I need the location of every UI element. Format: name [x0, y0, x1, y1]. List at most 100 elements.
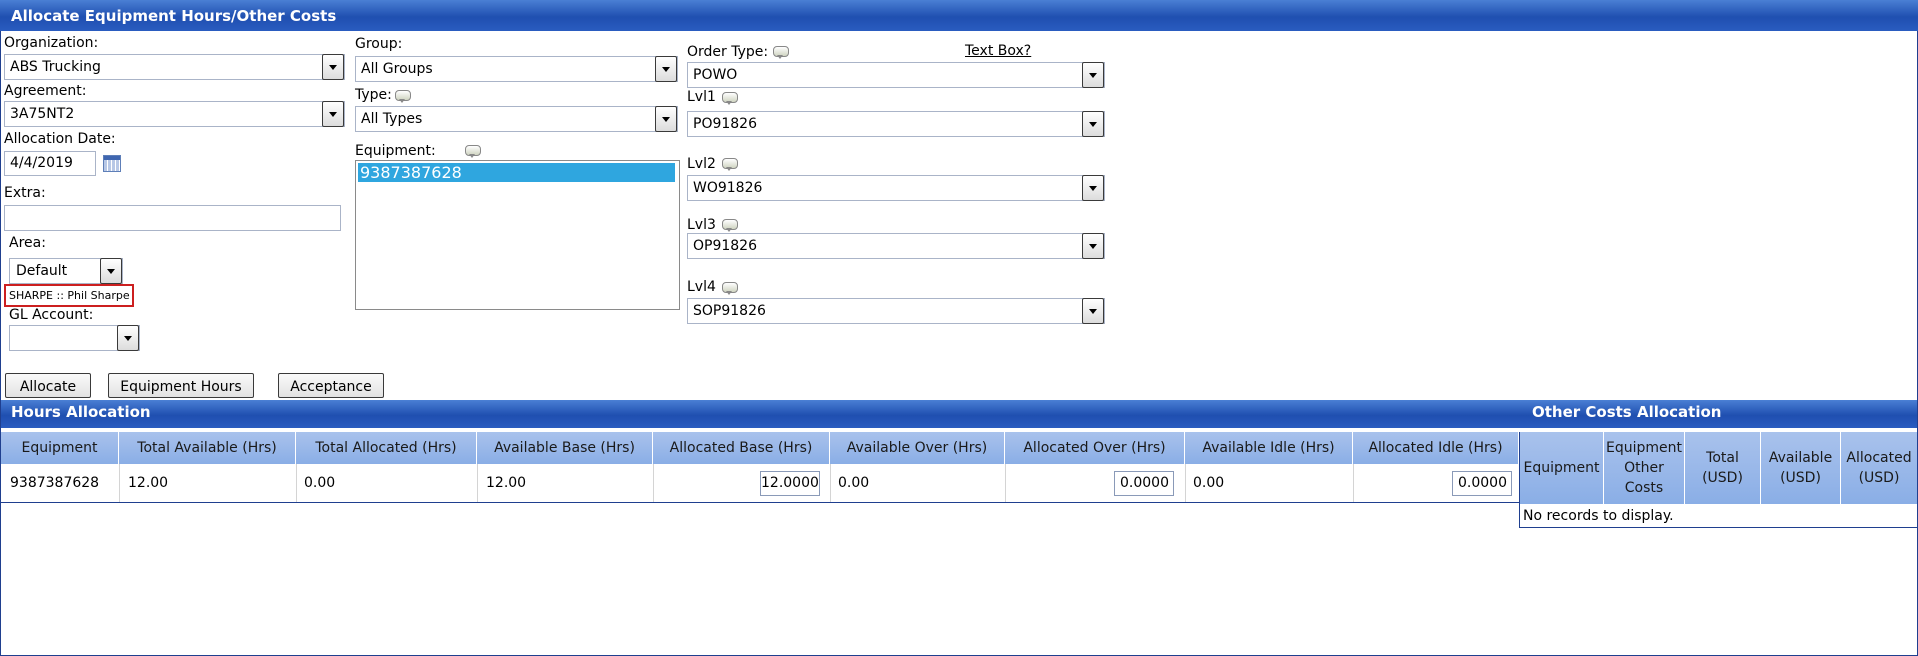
- row-available-over: 0.00: [838, 475, 870, 491]
- lvl1-select[interactable]: PO91826: [687, 111, 1105, 137]
- allocated-idle-input[interactable]: 0.0000: [1452, 471, 1512, 496]
- col-oc-available[interactable]: Available (USD): [1761, 432, 1841, 504]
- dropdown-arrow-icon[interactable]: [1082, 62, 1104, 88]
- equipment-hours-button[interactable]: Equipment Hours: [108, 373, 254, 398]
- no-records-text: No records to display.: [1523, 508, 1674, 524]
- comment-bubble-icon[interactable]: [722, 92, 738, 105]
- organization-label: Organization:: [4, 35, 99, 51]
- equipment-list-item[interactable]: 9387387628: [358, 163, 675, 182]
- row-available-idle: 0.00: [1193, 475, 1225, 491]
- col-available-idle[interactable]: Available Idle (Hrs): [1185, 432, 1353, 464]
- lvl2-select[interactable]: WO91826: [687, 175, 1105, 201]
- equipment-label: Equipment:: [355, 143, 436, 159]
- divider: [1005, 464, 1006, 502]
- comment-bubble-icon[interactable]: [773, 46, 789, 59]
- acceptance-button[interactable]: Acceptance: [278, 373, 384, 398]
- col-available-over[interactable]: Available Over (Hrs): [830, 432, 1005, 464]
- divider: [119, 464, 120, 502]
- other-costs-allocation-header: Other Costs Allocation: [1519, 400, 1917, 428]
- comment-bubble-icon[interactable]: [722, 219, 738, 232]
- col-total-available[interactable]: Total Available (Hrs): [119, 432, 296, 464]
- col-allocated-over[interactable]: Allocated Over (Hrs): [1005, 432, 1185, 464]
- agreement-select[interactable]: 3A75NT2: [4, 101, 345, 127]
- allocation-date-input[interactable]: 4/4/2019: [4, 151, 96, 176]
- agreement-value: 3A75NT2: [10, 106, 75, 122]
- lvl3-value: OP91826: [693, 238, 757, 254]
- extra-input[interactable]: [4, 205, 341, 231]
- dropdown-arrow-icon[interactable]: [1082, 298, 1104, 324]
- gl-account-select[interactable]: [9, 325, 140, 351]
- lvl3-select[interactable]: OP91826: [687, 233, 1105, 259]
- dropdown-arrow-icon[interactable]: [100, 258, 122, 284]
- type-select[interactable]: All Types: [355, 106, 678, 132]
- row-equipment: 9387387628: [10, 475, 100, 491]
- extra-label: Extra:: [4, 185, 46, 201]
- hours-allocation-header: Hours Allocation: [1, 400, 1519, 428]
- group-select[interactable]: All Groups: [355, 56, 678, 82]
- window-title-bar: Allocate Equipment Hours/Other Costs: [0, 0, 1918, 31]
- divider: [477, 464, 478, 502]
- divider: [1519, 432, 1520, 528]
- lvl1-label: Lvl1: [687, 89, 716, 105]
- row-total-available: 12.00: [128, 475, 169, 491]
- allocated-over-input[interactable]: 0.0000: [1114, 471, 1174, 496]
- dropdown-arrow-icon[interactable]: [1082, 233, 1104, 259]
- lvl4-select[interactable]: SOP91826: [687, 298, 1105, 324]
- hours-grid-header: Equipment Total Available (Hrs) Total Al…: [1, 432, 1519, 464]
- comment-bubble-icon[interactable]: [722, 158, 738, 171]
- dropdown-arrow-icon[interactable]: [655, 106, 677, 132]
- col-equipment[interactable]: Equipment: [1, 432, 119, 464]
- text-box-link[interactable]: Text Box?: [965, 43, 1031, 59]
- dropdown-arrow-icon[interactable]: [655, 56, 677, 82]
- organization-select[interactable]: ABS Trucking: [4, 54, 345, 80]
- comment-bubble-icon[interactable]: [395, 90, 411, 103]
- order-type-select[interactable]: POWO: [687, 62, 1105, 88]
- divider: [830, 464, 831, 502]
- type-value: All Types: [361, 111, 423, 127]
- area-value: Default: [16, 263, 68, 279]
- area-select[interactable]: Default: [9, 258, 123, 284]
- lvl4-label: Lvl4: [687, 279, 716, 295]
- col-oc-total[interactable]: Total (USD): [1685, 432, 1761, 504]
- lvl2-value: WO91826: [693, 180, 763, 196]
- col-total-allocated[interactable]: Total Allocated (Hrs): [296, 432, 477, 464]
- dropdown-arrow-icon[interactable]: [117, 325, 139, 351]
- divider: [296, 464, 297, 502]
- col-available-base[interactable]: Available Base (Hrs): [477, 432, 653, 464]
- equipment-listbox[interactable]: 9387387628: [355, 160, 680, 310]
- col-allocated-base[interactable]: Allocated Base (Hrs): [653, 432, 830, 464]
- allocation-date-value: 4/4/2019: [10, 155, 73, 171]
- other-costs-grid-header: Equipment Equipment Other Costs Total (U…: [1520, 432, 1917, 504]
- other-costs-allocation-title: Other Costs Allocation: [1532, 403, 1722, 421]
- dropdown-arrow-icon[interactable]: [322, 54, 344, 80]
- lvl2-label: Lvl2: [687, 156, 716, 172]
- row-available-base: 12.00: [486, 475, 527, 491]
- col-oc-allocated[interactable]: Allocated (USD): [1841, 432, 1917, 504]
- allocated-base-input[interactable]: 12.0000: [760, 471, 820, 496]
- col-oc-equipment[interactable]: Equipment: [1520, 432, 1604, 504]
- comment-bubble-icon[interactable]: [465, 145, 481, 158]
- area-label: Area:: [9, 235, 46, 251]
- allocation-date-label: Allocation Date:: [4, 131, 116, 147]
- agreement-label: Agreement:: [4, 83, 87, 99]
- group-label: Group:: [355, 36, 403, 52]
- allocate-button[interactable]: Allocate: [5, 373, 91, 398]
- col-oc-equipment-other-costs[interactable]: Equipment Other Costs: [1604, 432, 1685, 504]
- divider: [1353, 464, 1354, 502]
- group-value: All Groups: [361, 61, 433, 77]
- gl-account-label: GL Account:: [9, 307, 94, 323]
- organization-value: ABS Trucking: [10, 59, 101, 75]
- divider: [1519, 527, 1917, 528]
- type-label: Type:: [355, 87, 392, 103]
- lvl3-label: Lvl3: [687, 217, 716, 233]
- col-allocated-idle[interactable]: Allocated Idle (Hrs): [1353, 432, 1519, 464]
- calendar-icon[interactable]: [103, 155, 121, 172]
- divider: [653, 464, 654, 502]
- order-type-value: POWO: [693, 67, 738, 83]
- dropdown-arrow-icon[interactable]: [1082, 111, 1104, 137]
- comment-bubble-icon[interactable]: [722, 282, 738, 295]
- divider: [1185, 464, 1186, 502]
- window-title: Allocate Equipment Hours/Other Costs: [11, 7, 337, 25]
- dropdown-arrow-icon[interactable]: [1082, 175, 1104, 201]
- dropdown-arrow-icon[interactable]: [322, 101, 344, 127]
